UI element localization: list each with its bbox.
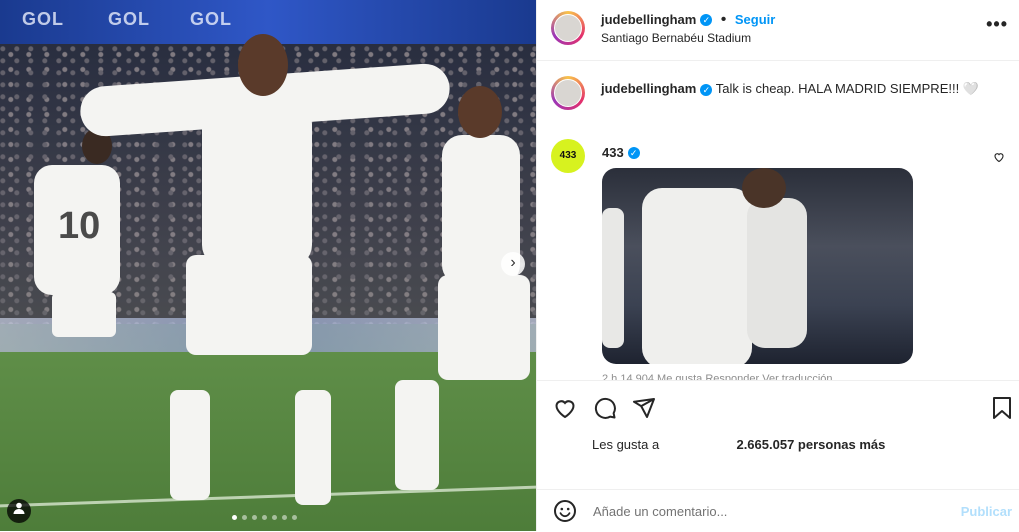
comment-input[interactable]: Añade un comentario... xyxy=(593,504,727,519)
banner-text: GOL xyxy=(190,9,232,29)
carousel-dot xyxy=(282,515,287,520)
like-comment-icon[interactable] xyxy=(993,151,1005,166)
player-figure xyxy=(186,255,312,355)
carousel-dot xyxy=(242,515,247,520)
heart-icon[interactable] xyxy=(553,396,577,425)
verified-icon: ✓ xyxy=(700,83,713,96)
player-figure xyxy=(52,292,116,337)
player-figure xyxy=(642,188,752,364)
comment-composer: Añade un comentario... Publicar xyxy=(537,489,1019,532)
player-number: 10 xyxy=(58,205,101,247)
player-figure xyxy=(747,198,807,348)
player-figure xyxy=(295,390,331,505)
post-sidebar: judebellingham ✓ • Seguir Santiago Bernab… xyxy=(536,0,1019,531)
player-figure xyxy=(395,380,439,490)
username[interactable]: judebellingham xyxy=(601,12,696,27)
comment-icon[interactable] xyxy=(593,396,617,425)
location[interactable]: Santiago Bernabéu Stadium xyxy=(601,31,751,45)
carousel-dot xyxy=(292,515,297,520)
likes-summary[interactable]: Les gusta a 2.665.057 personas más xyxy=(592,437,885,452)
follow-button[interactable]: Seguir xyxy=(735,12,775,27)
emoji-icon[interactable] xyxy=(553,499,577,528)
post-header: judebellingham ✓ • Seguir Santiago Bernab… xyxy=(537,0,1019,61)
carousel-dot xyxy=(262,515,267,520)
post-image[interactable]: GOL GOL GOL 10 › xyxy=(0,0,536,531)
comment-image[interactable] xyxy=(602,168,913,364)
avatar[interactable]: 433 xyxy=(551,139,585,173)
carousel-dot xyxy=(232,515,237,520)
action-bar xyxy=(537,380,1019,431)
player-figure xyxy=(602,208,624,348)
avatar[interactable] xyxy=(551,76,585,110)
player-figure xyxy=(438,275,530,380)
verified-icon: ✓ xyxy=(627,146,640,159)
player-head xyxy=(238,34,288,96)
caption-text: Talk is cheap. HALA MADRID SIEMPRE!!! 🤍 xyxy=(715,81,979,96)
comment-header: 433 ✓ xyxy=(602,144,640,162)
share-icon[interactable] xyxy=(632,396,656,425)
banner-text: GOL xyxy=(108,9,150,29)
bookmark-icon[interactable] xyxy=(991,396,1013,425)
player-head xyxy=(458,86,502,138)
avatar[interactable] xyxy=(551,11,585,45)
carousel-dot xyxy=(272,515,277,520)
likes-count: 2.665.057 personas más xyxy=(736,437,886,452)
comment-username[interactable]: 433 xyxy=(602,145,624,160)
caption-username[interactable]: judebellingham xyxy=(601,81,696,96)
publish-button[interactable]: Publicar xyxy=(961,504,1012,519)
player-figure xyxy=(170,390,210,500)
player-head xyxy=(742,168,786,208)
banner-text: GOL xyxy=(22,9,64,29)
carousel-dot xyxy=(252,515,257,520)
likes-prefix: Les gusta a xyxy=(592,437,660,452)
more-icon[interactable]: ••• xyxy=(986,14,1008,35)
chevron-right-icon[interactable]: › xyxy=(501,252,525,276)
carousel-indicator xyxy=(232,515,297,520)
user-tag-icon[interactable] xyxy=(7,499,31,523)
caption: judebellingham ✓ Talk is cheap. HALA MADR… xyxy=(601,81,979,97)
player-figure xyxy=(202,102,312,267)
verified-icon: ✓ xyxy=(700,13,713,26)
